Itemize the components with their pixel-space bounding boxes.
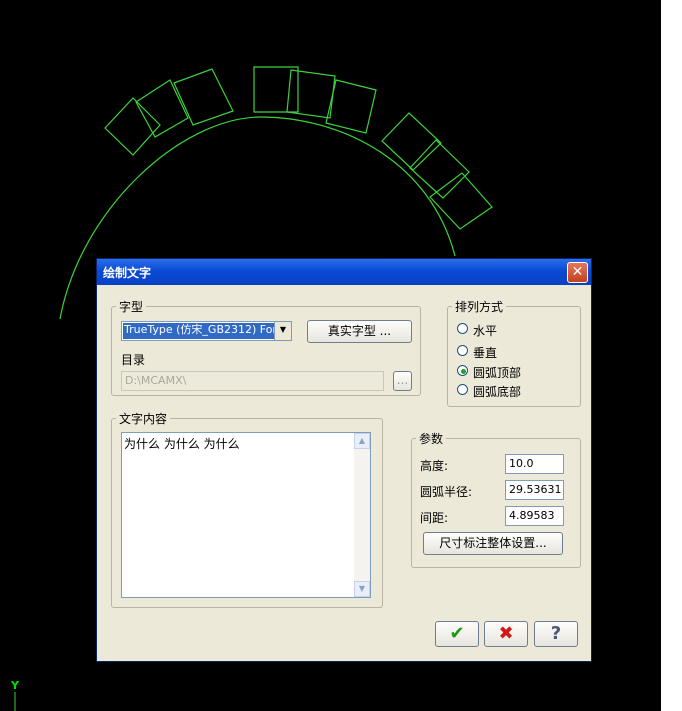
height-label: 高度: (420, 459, 449, 473)
cancel-button[interactable]: ✖ (484, 621, 528, 647)
text-content-legend: 文字内容 (119, 412, 168, 426)
close-button[interactable]: ✕ (567, 262, 588, 283)
scroll-up-icon[interactable]: ▲ (354, 433, 370, 449)
ok-button[interactable]: ✔ (435, 621, 479, 647)
dropdown-arrow-icon[interactable]: ▼ (274, 322, 291, 340)
truetype-font-button[interactable]: 真实字型 ... (307, 320, 412, 343)
arc-radius-label: 圆弧半径: (420, 485, 473, 499)
arc-radius-field[interactable]: 29.53631 (505, 480, 564, 500)
close-icon: ✕ (571, 264, 584, 280)
draw-text-dialog: 绘制文字 ✕ 字型 TrueType (仿宋_GB2312) Font ▼ 真实… (96, 258, 592, 662)
glyph-box-9 (429, 172, 493, 230)
spacing-label: 间距: (420, 511, 449, 525)
viewport-edge (661, 0, 682, 711)
glyph-box-7 (381, 112, 442, 171)
directory-label: 目录 (121, 353, 146, 367)
scroll-down-icon[interactable]: ▼ (354, 581, 370, 597)
y-axis-label: Y (11, 679, 19, 692)
radio-circle-selected (457, 365, 468, 376)
vertical-scrollbar[interactable]: ▲ ▼ (354, 433, 370, 597)
browse-button[interactable]: ... (393, 371, 412, 391)
radio-circle (457, 323, 468, 334)
text-content-input[interactable]: 为什么 为什么 为什么 ▲ ▼ (121, 432, 371, 598)
height-field[interactable]: 10.0 (505, 454, 564, 474)
glyph-box-4 (253, 66, 299, 113)
directory-field: D:\MCAMX\ (121, 371, 384, 391)
text-content-value: 为什么 为什么 为什么 (124, 437, 240, 451)
font-combo-value: TrueType (仿宋_GB2312) Font (123, 323, 274, 339)
layout-group-legend: 排列方式 (455, 300, 504, 314)
dialog-title: 绘制文字 (103, 266, 152, 280)
radio-circle (457, 384, 468, 395)
radio-circle (457, 345, 468, 356)
glyph-box-1 (104, 97, 161, 156)
glyph-box-3 (173, 68, 234, 126)
spacing-field[interactable]: 4.89583 (505, 506, 564, 526)
check-icon: ✔ (449, 623, 465, 644)
x-icon: ✖ (498, 623, 514, 644)
dimension-settings-button[interactable]: 尺寸标注整体设置... (423, 532, 563, 555)
font-combo[interactable]: TrueType (仿宋_GB2312) Font ▼ (121, 321, 292, 341)
title-bar[interactable]: 绘制文字 ✕ (97, 259, 591, 285)
glyph-box-5 (286, 69, 336, 119)
parameters-legend: 参数 (419, 432, 444, 446)
help-button[interactable]: ? (534, 621, 578, 647)
question-icon: ? (550, 623, 562, 644)
font-group-legend: 字型 (119, 300, 144, 314)
